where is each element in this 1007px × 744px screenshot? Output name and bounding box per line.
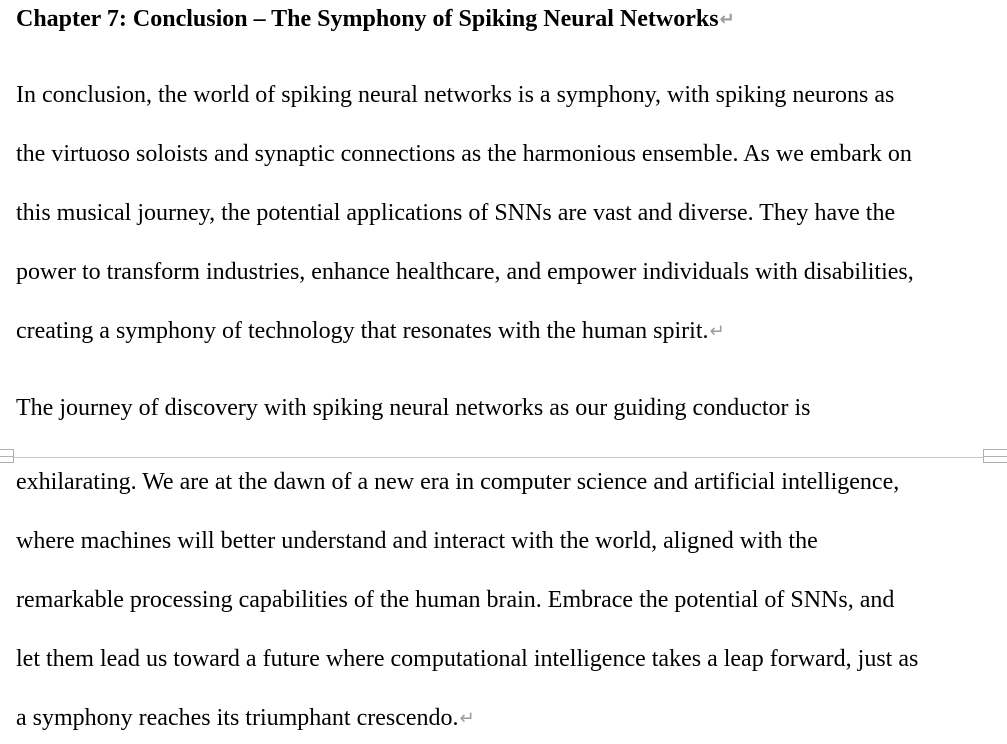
text-line: this musical journey, the potential appl… xyxy=(16,200,896,226)
page-break-right-marker xyxy=(983,449,1007,463)
text-line: creating a symphony of technology that r… xyxy=(16,316,725,347)
text-line: power to transform industries, enhance h… xyxy=(16,259,914,285)
text-line: exhilarating. We are at the dawn of a ne… xyxy=(16,469,900,495)
text-line: In conclusion, the world of spiking neur… xyxy=(16,82,895,108)
text-line: let them lead us toward a future where c… xyxy=(16,646,919,672)
chapter-heading[interactable]: Chapter 7: Conclusion – The Symphony of … xyxy=(16,4,735,35)
text-line: remarkable processing capabilities of th… xyxy=(16,587,895,613)
text-line-content: a symphony reaches its triumphant cresce… xyxy=(16,705,459,731)
page-break-left-marker xyxy=(0,449,14,463)
paragraph-mark-icon: ↵ xyxy=(709,321,725,342)
page-break-line xyxy=(0,457,1007,458)
paragraph-mark-icon: ↵ xyxy=(459,708,475,729)
paragraph-mark-icon: ↵ xyxy=(719,9,735,30)
text-line-content: creating a symphony of technology that r… xyxy=(16,318,709,344)
text-line: a symphony reaches its triumphant cresce… xyxy=(16,703,475,734)
chapter-heading-text: Chapter 7: Conclusion – The Symphony of … xyxy=(16,6,719,32)
text-line: the virtuoso soloists and synaptic conne… xyxy=(16,141,912,167)
text-line: where machines will better understand an… xyxy=(16,528,818,554)
text-line: The journey of discovery with spiking ne… xyxy=(16,395,811,421)
